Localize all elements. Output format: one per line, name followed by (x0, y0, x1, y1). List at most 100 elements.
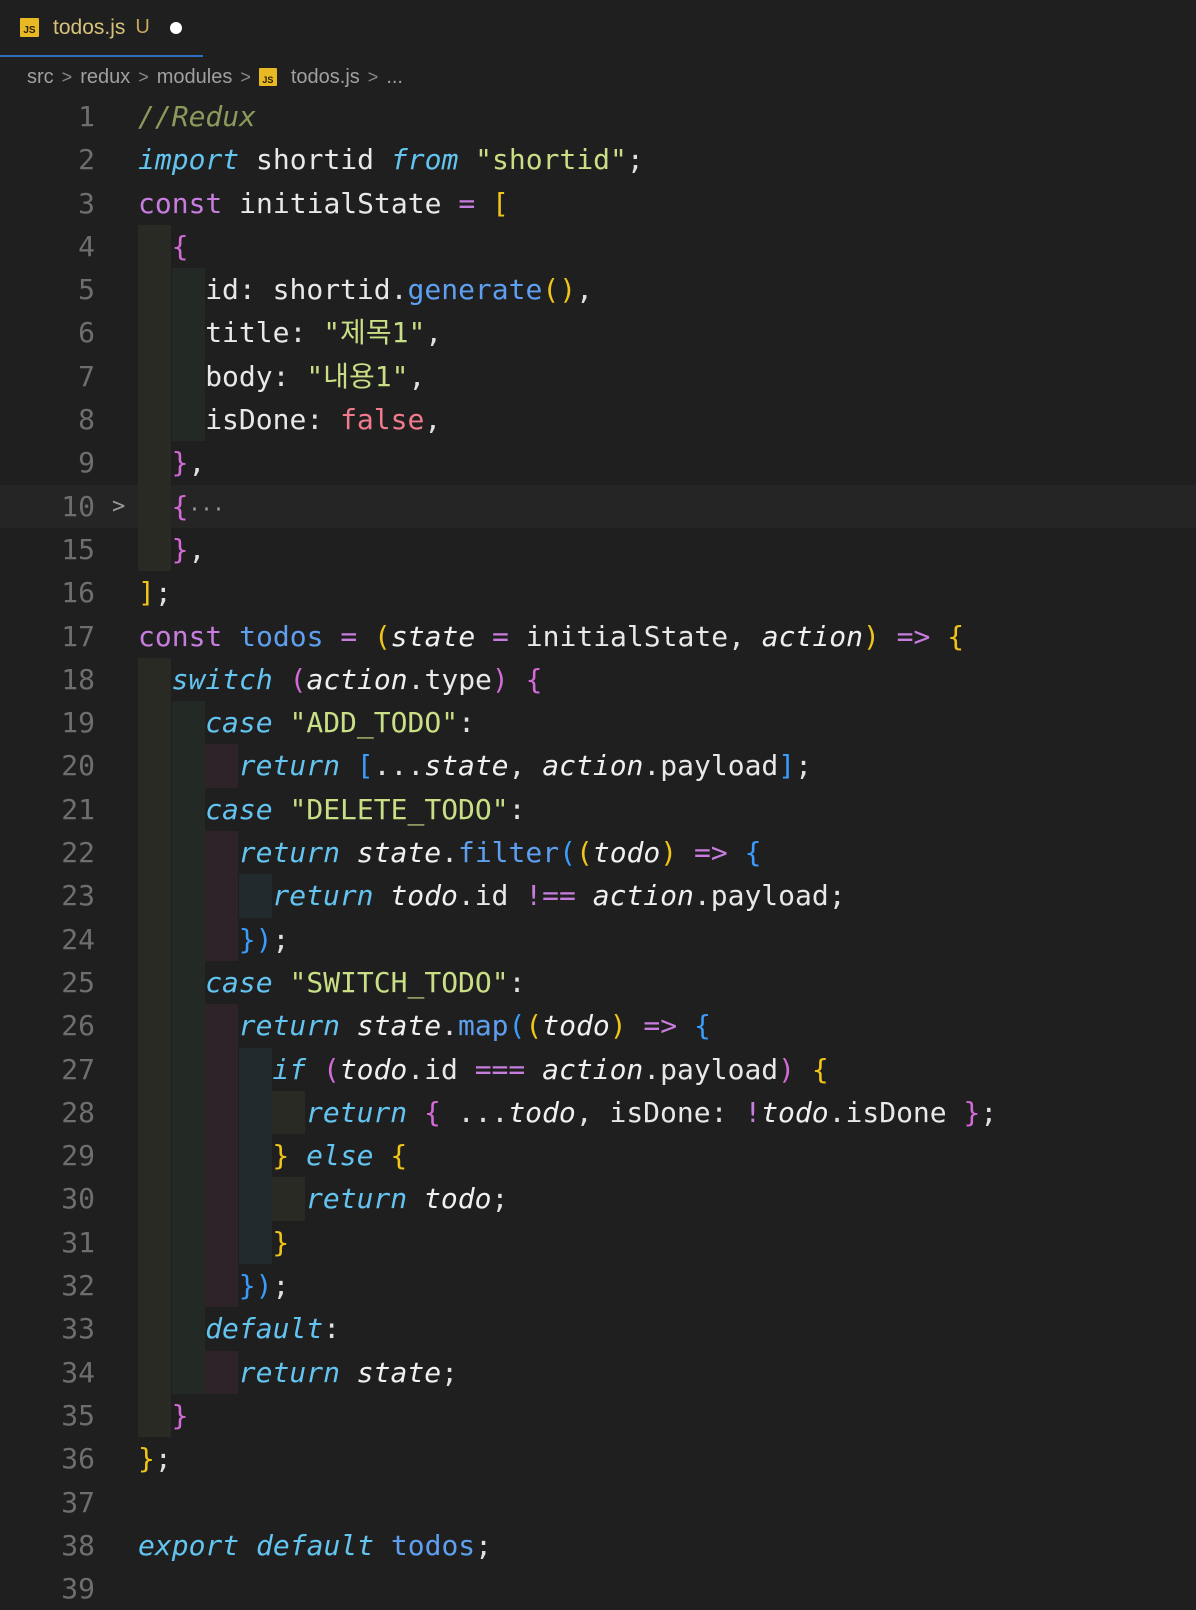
code-line[interactable]: 8 isDone: false, (0, 398, 1196, 442)
code-text: body: "내용1", (205, 355, 425, 398)
code-token: , (425, 316, 443, 350)
code-line[interactable]: 37 (0, 1481, 1196, 1524)
code-token: action (525, 1052, 644, 1086)
code-line[interactable]: 22 return state.filter((todo) => { (0, 831, 1196, 875)
code-token: payload (660, 749, 779, 783)
code-line[interactable]: 19 case "ADD_TODO": (0, 701, 1196, 745)
line-number: 21 (61, 792, 95, 826)
indent-guide (138, 398, 171, 442)
code-line[interactable]: 32}); (0, 1264, 1196, 1308)
fold-chevron-icon[interactable]: > (112, 485, 125, 528)
code-token: "내용1" (306, 359, 409, 393)
code-token: { (727, 836, 762, 870)
code-line[interactable]: 17 const todos = (state = initialState, a… (0, 615, 1196, 658)
code-token: initialState (508, 619, 729, 653)
code-line[interactable]: 24}); (0, 917, 1196, 961)
code-token: : (458, 706, 475, 740)
code-token: ] (138, 576, 155, 610)
indent-guide (138, 1177, 171, 1221)
code-line[interactable]: 36}; (0, 1437, 1196, 1480)
editor-tab-todos-js[interactable]: JS todos.js U (0, 0, 203, 57)
code-token: } (138, 1442, 155, 1476)
code-text: return [...state, action.payload]; (239, 744, 812, 787)
code-text: return state; (239, 1351, 458, 1394)
code-text: case "SWITCH_TODO": (205, 961, 525, 1004)
indent-guide (138, 744, 171, 788)
line-number: 38 (61, 1528, 95, 1562)
code-token: () (542, 273, 577, 307)
code-token: "제목1" (323, 316, 426, 350)
line-number: 37 (61, 1485, 95, 1519)
code-line[interactable]: 9}, (0, 441, 1196, 485)
unsaved-dot-icon[interactable] (169, 21, 182, 34)
code-token: isDone (845, 1095, 947, 1129)
code-token: case (205, 965, 273, 999)
code-line[interactable]: 38 export default todos; (0, 1524, 1196, 1567)
breadcrumb-item-todos-js[interactable]: todos.js (291, 66, 360, 89)
code-token: ; (828, 879, 846, 913)
code-line[interactable]: 34 return state; (0, 1350, 1196, 1394)
code-token: map (457, 1009, 509, 1043)
chevron-right-icon: > (138, 66, 149, 87)
code-line[interactable]: 15}, (0, 527, 1196, 572)
line-number: 23 (61, 879, 95, 913)
code-line[interactable]: 23 return todo.id !== action.payload; (0, 874, 1196, 918)
code-line[interactable]: 18 switch (action.type) { (0, 657, 1196, 702)
code-token: todo (339, 1052, 408, 1086)
line-number: 19 (61, 706, 95, 740)
code-token: . (457, 879, 475, 913)
indent-guide (205, 744, 239, 788)
code-line[interactable]: 20 return [...state, action.payload]; (0, 744, 1196, 788)
code-line[interactable]: 25 case "SWITCH_TODO": (0, 960, 1196, 1005)
code-text: return { ...todo, isDone: !todo.isDone }… (306, 1091, 997, 1134)
code-line[interactable]: 30 return todo; (0, 1177, 1196, 1221)
code-token: todos (222, 619, 341, 653)
code-line[interactable]: 5 id: shortid.generate(), (0, 268, 1196, 312)
code-token: id (424, 1052, 458, 1086)
code-line[interactable]: 3 const initialState = [ (0, 182, 1196, 225)
code-line[interactable]: 1 //Redux (0, 95, 1196, 138)
code-line[interactable]: 6 title: "제목1", (0, 311, 1196, 355)
code-line[interactable]: 7 body: "내용1", (0, 354, 1196, 399)
code-line[interactable]: 29} else { (0, 1134, 1196, 1178)
indent-guide (138, 1307, 171, 1351)
line-number: 5 (78, 273, 95, 307)
code-text: if (todo.id === action.payload) { (272, 1048, 828, 1091)
breadcrumb-item-redux[interactable]: redux (80, 66, 130, 89)
line-number: 1 (78, 100, 95, 133)
indent-guide (171, 1134, 205, 1178)
code-line[interactable]: 21 case "DELETE_TODO": (0, 787, 1196, 832)
code-line[interactable]: 39 (0, 1567, 1196, 1610)
indent-guide (272, 1090, 306, 1135)
code-line[interactable]: 26 return state.map((todo) => { (0, 1004, 1196, 1048)
code-token: => (879, 619, 931, 653)
code-token: ... (440, 1095, 509, 1129)
breadcrumb-item-modules[interactable]: modules (157, 66, 233, 89)
code-line[interactable]: 4{ (0, 224, 1196, 269)
code-line[interactable]: 31} (0, 1220, 1196, 1265)
breadcrumb-item-src[interactable]: src (27, 66, 54, 89)
chevron-right-icon: > (61, 66, 73, 87)
code-token: , (188, 446, 206, 480)
indent-guide (171, 1350, 205, 1394)
code-line[interactable]: 10 > {··· (0, 484, 1196, 528)
indent-guide (138, 1220, 171, 1265)
code-text: }; (138, 1437, 172, 1480)
line-number: 32 (61, 1269, 95, 1303)
code-token: { (407, 1095, 441, 1129)
code-editor[interactable]: 1//Redux 2 import shortid from "shortid"; 3… (0, 95, 1196, 1610)
code-text: //Redux (138, 95, 256, 138)
code-line[interactable]: 28 return { ...todo, isDone: !todo.isDone… (0, 1090, 1196, 1135)
code-line[interactable]: 2 import shortid from "shortid"; (0, 138, 1196, 181)
code-text: } (272, 1221, 289, 1264)
code-line[interactable]: 27 if (todo.id === action.payload) { (0, 1047, 1196, 1091)
code-line[interactable]: 16]; (0, 571, 1196, 614)
code-token: ( (272, 662, 307, 696)
code-line[interactable]: 33 default: (0, 1307, 1196, 1351)
breadcrumb-item-symbols[interactable]: ... (386, 66, 403, 89)
code-line[interactable]: 35} (0, 1393, 1196, 1438)
line-number: 16 (61, 576, 95, 610)
code-token: . (407, 1052, 425, 1086)
code-token: state (339, 836, 442, 870)
code-token: ; (491, 1182, 509, 1216)
